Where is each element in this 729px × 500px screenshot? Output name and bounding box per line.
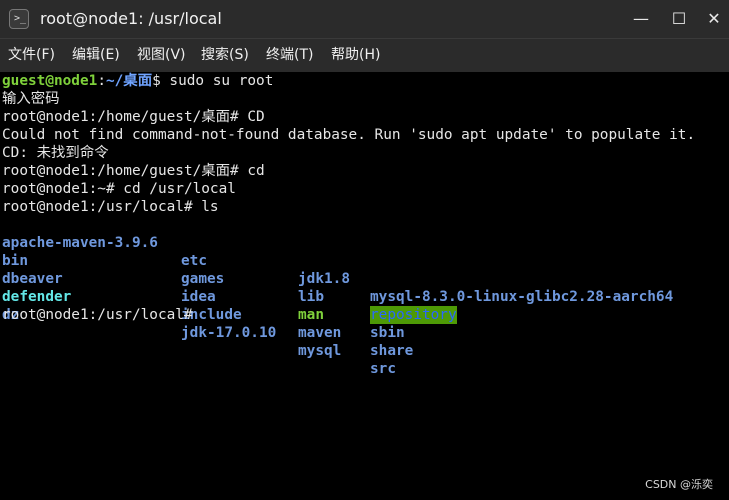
title-bar: >_ root@node1: /usr/local — ☐ ✕ (0, 0, 729, 38)
window-title: root@node1: /usr/local (40, 9, 222, 28)
ls-entry: src (370, 361, 396, 377)
ls-entry: share (370, 343, 414, 359)
menu-view[interactable]: 视图(V) (137, 45, 186, 65)
terminal-line: guest@node1:~/桌面$ sudo su root (2, 73, 274, 89)
terminal-prompt: root@node1:/usr/local# (2, 307, 193, 323)
ls-row: dz jdk-17.0.10 mysql src (0, 288, 729, 377)
close-button[interactable]: ✕ (703, 8, 725, 30)
terminal-icon: >_ (9, 9, 29, 29)
maximize-button[interactable]: ☐ (668, 8, 690, 30)
menu-file[interactable]: 文件(F) (8, 45, 55, 65)
terminal-line: root@node1:/home/guest/桌面# cd (2, 163, 265, 179)
watermark: CSDN @泺奕 (645, 478, 713, 491)
menu-help[interactable]: 帮助(H) (331, 45, 380, 65)
ls-entry-highlighted: repository (370, 306, 457, 324)
terminal-line: root@node1:/home/guest/桌面# CD (2, 109, 265, 125)
ls-entry: man (298, 307, 324, 323)
terminal-line: 输入密码 (2, 91, 60, 107)
terminal-line: Could not find command-not-found databas… (2, 127, 696, 143)
ls-row: dbeaver idea man sbin (0, 252, 729, 341)
terminal-line: CD: 未找到命令 (2, 145, 109, 161)
terminal-line: root@node1:/usr/local# ls (2, 199, 219, 215)
ls-entry: jdk-17.0.10 (181, 325, 277, 341)
menu-edit[interactable]: 编辑(E) (72, 45, 120, 65)
ls-row: defender include maven share (0, 270, 729, 359)
menu-terminal[interactable]: 终端(T) (266, 45, 313, 65)
minimize-button[interactable]: — (630, 8, 652, 30)
menu-bar: 文件(F) 编辑(E) 视图(V) 搜索(S) 终端(T) 帮助(H) (0, 38, 729, 72)
terminal-line: root@node1:~# cd /usr/local (2, 181, 236, 197)
menu-search[interactable]: 搜索(S) (201, 45, 249, 65)
ls-entry: mysql (298, 343, 342, 359)
ls-row: bin games lib repository (0, 234, 729, 324)
ls-entry: maven (298, 325, 342, 341)
ls-entry: sbin (370, 325, 405, 341)
terminal-output[interactable]: guest@node1:~/桌面$ sudo su root 输入密码 root… (0, 72, 729, 500)
ls-row: apache-maven-3.9.6 etc jdk1.8 mysql-8.3.… (0, 216, 729, 305)
